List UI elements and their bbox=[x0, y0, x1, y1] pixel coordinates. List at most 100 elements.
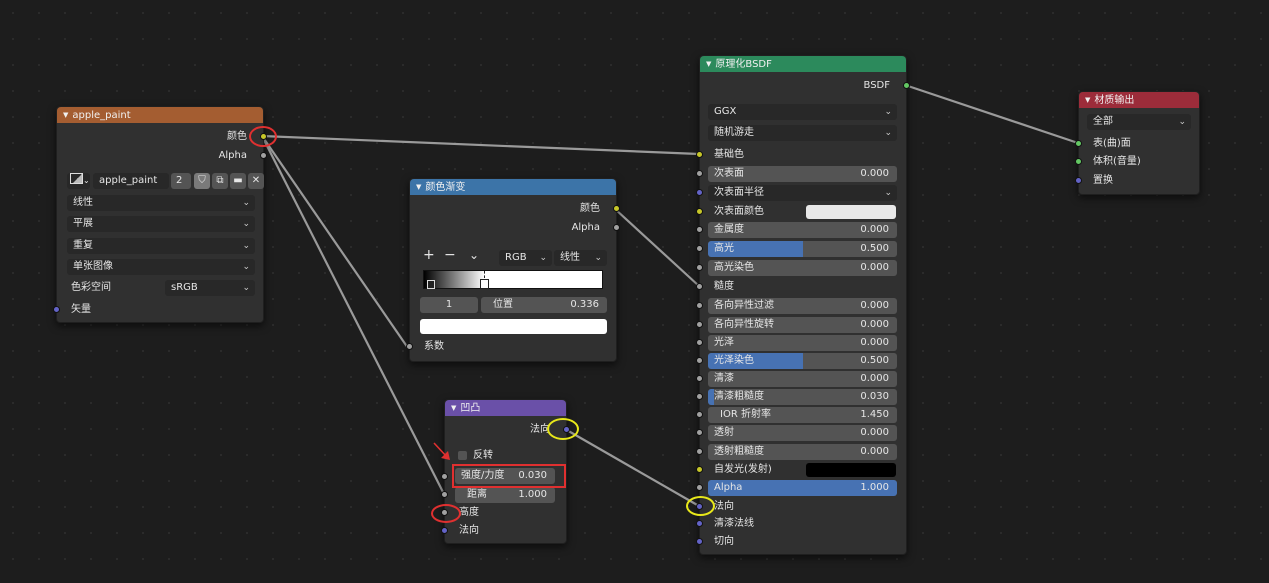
collapse-triangle-icon[interactable]: ▼ bbox=[63, 107, 68, 123]
sheen-tint-field[interactable]: 光泽染色 0.500 bbox=[708, 353, 897, 369]
subsurface-socket[interactable] bbox=[696, 170, 703, 177]
anisotropic-rotation-field[interactable]: 各向异性旋转 0.000 bbox=[708, 317, 897, 333]
emission-socket[interactable] bbox=[696, 466, 703, 473]
ramp-stop-index-field[interactable]: 1 bbox=[420, 297, 478, 313]
bump-input-strength-socket[interactable] bbox=[441, 473, 448, 480]
subsurface-method-dropdown[interactable]: 随机游走 ⌄ bbox=[708, 125, 897, 141]
specular-tint-field[interactable]: 高光染色 0.000 bbox=[708, 260, 897, 276]
sheen-field[interactable]: 光泽 0.000 bbox=[708, 335, 897, 351]
image-node-header[interactable]: ▼ apple_paint bbox=[57, 107, 263, 123]
output-alpha-socket[interactable] bbox=[260, 152, 267, 159]
ramp-stop-color-swatch[interactable] bbox=[420, 319, 607, 334]
ramp-interpolation-dropdown[interactable]: 线性 ⌄ bbox=[554, 250, 607, 266]
subsurface-label: 次表面 bbox=[714, 168, 744, 179]
image-users-count[interactable]: 2 bbox=[171, 173, 191, 189]
roughness-socket[interactable] bbox=[696, 283, 703, 290]
collapse-triangle-icon[interactable]: ▼ bbox=[706, 56, 711, 72]
input-vector-socket[interactable] bbox=[53, 306, 60, 313]
distribution-dropdown[interactable]: GGX ⌄ bbox=[708, 104, 897, 120]
anisotropic-socket[interactable] bbox=[696, 302, 703, 309]
alpha-field[interactable]: Alpha 1.000 bbox=[708, 480, 897, 496]
annotation-arrow-icon bbox=[433, 442, 450, 460]
specular-tint-socket[interactable] bbox=[696, 264, 703, 271]
clearcoat-roughness-field[interactable]: 清漆粗糙度 0.030 bbox=[708, 389, 897, 405]
color-ramp-node[interactable]: ▼ 颜色渐变 颜色 Alpha + − ⌄ RGB ⌄ 线性 ⌄ 1 位置 0.336… bbox=[406, 178, 620, 362]
extension-dropdown[interactable]: 重复 ⌄ bbox=[67, 238, 255, 254]
ramp-node-header[interactable]: ▼ 颜色渐变 bbox=[410, 179, 616, 195]
base-color-socket[interactable] bbox=[696, 151, 703, 158]
ramp-input-fac-socket[interactable] bbox=[406, 343, 413, 350]
ramp-output-color-socket[interactable] bbox=[613, 205, 620, 212]
invert-checkbox[interactable] bbox=[458, 451, 467, 460]
emission-color-swatch[interactable] bbox=[806, 463, 896, 477]
alpha-socket[interactable] bbox=[696, 484, 703, 491]
surface-label: 表(曲)面 bbox=[1093, 138, 1131, 149]
anisotropic-field[interactable]: 各向异性过滤 0.000 bbox=[708, 298, 897, 314]
unlink-image-close-icon[interactable]: ✕ bbox=[248, 173, 264, 189]
ramp-position-field[interactable]: 位置 0.336 bbox=[481, 297, 607, 313]
transmission-roughness-socket[interactable] bbox=[696, 448, 703, 455]
image-selector[interactable]: ⌄ apple_paint 2 ⛉ ⧉ ▬ ✕ bbox=[67, 173, 264, 190]
surface-socket[interactable] bbox=[1075, 140, 1082, 147]
subsurface-color-socket[interactable] bbox=[696, 208, 703, 215]
material-output-node[interactable]: ▼ 材质输出 全部 ⌄ 表(曲)面 体积(音量) 置换 bbox=[1075, 91, 1200, 195]
specular-socket[interactable] bbox=[696, 245, 703, 252]
metallic-label: 金属度 bbox=[714, 224, 744, 235]
interpolation-dropdown[interactable]: 线性 ⌄ bbox=[67, 195, 255, 211]
bump-distance-field[interactable]: 距离 1.000 bbox=[455, 487, 555, 503]
collapse-triangle-icon[interactable]: ▼ bbox=[451, 400, 456, 416]
sheen-socket[interactable] bbox=[696, 339, 703, 346]
sheen-tint-socket[interactable] bbox=[696, 357, 703, 364]
bump-input-distance-socket[interactable] bbox=[441, 491, 448, 498]
duplicate-image-icon[interactable]: ⧉ bbox=[212, 173, 228, 189]
tangent-socket[interactable] bbox=[696, 538, 703, 545]
ramp-output-color-row: 颜色 bbox=[410, 200, 620, 218]
subsurface-field[interactable]: 次表面 0.000 bbox=[708, 166, 897, 182]
source-dropdown[interactable]: 单张图像 ⌄ bbox=[67, 259, 255, 275]
transmission-roughness-field[interactable]: 透射粗糙度 0.000 bbox=[708, 444, 897, 460]
subsurface-color-swatch[interactable] bbox=[806, 205, 896, 219]
clearcoat-socket[interactable] bbox=[696, 375, 703, 382]
volume-socket[interactable] bbox=[1075, 158, 1082, 165]
bump-node-header[interactable]: ▼ 凹凸 bbox=[445, 400, 566, 416]
bsdf-output-socket[interactable] bbox=[903, 82, 910, 89]
add-stop-icon[interactable]: + bbox=[423, 247, 435, 263]
subsurface-radius-socket[interactable] bbox=[696, 189, 703, 196]
clearcoat-roughness-socket[interactable] bbox=[696, 393, 703, 400]
output-node-header[interactable]: ▼ 材质输出 bbox=[1079, 92, 1199, 108]
ramp-stop-handle-0[interactable] bbox=[427, 280, 435, 289]
bump-input-normal-socket[interactable] bbox=[441, 527, 448, 534]
alpha-value: 1.000 bbox=[860, 482, 889, 493]
color-ramp-gradient[interactable] bbox=[423, 270, 603, 289]
ior-socket[interactable] bbox=[696, 411, 703, 418]
ramp-menu-icon[interactable]: ⌄ bbox=[469, 248, 479, 262]
image-browse-button[interactable]: ⌄ bbox=[67, 173, 90, 189]
ramp-output-alpha-socket[interactable] bbox=[613, 224, 620, 231]
transmission-field[interactable]: 透射 0.000 bbox=[708, 425, 897, 441]
displacement-socket[interactable] bbox=[1075, 177, 1082, 184]
remove-stop-icon[interactable]: − bbox=[444, 247, 456, 263]
transmission-socket[interactable] bbox=[696, 429, 703, 436]
output-target-dropdown[interactable]: 全部 ⌄ bbox=[1087, 114, 1191, 130]
specular-field[interactable]: 高光 0.500 bbox=[708, 241, 897, 257]
ramp-stop-handle-1[interactable] bbox=[480, 279, 489, 289]
metallic-field[interactable]: 金属度 0.000 bbox=[708, 222, 897, 238]
open-image-folder-icon[interactable]: ▬ bbox=[230, 173, 246, 189]
ramp-interpolation-value: 线性 bbox=[560, 252, 580, 263]
projection-dropdown[interactable]: 平展 ⌄ bbox=[67, 216, 255, 232]
principled-bsdf-node[interactable]: ▼ 原理化BSDF BSDF GGX ⌄ 随机游走 ⌄ 基础色 次表面 0.000 次表… bbox=[696, 55, 910, 555]
ior-field[interactable]: IOR 折射率 1.450 bbox=[708, 407, 897, 423]
collapse-triangle-icon[interactable]: ▼ bbox=[1085, 92, 1090, 108]
colorspace-dropdown[interactable]: sRGB ⌄ bbox=[165, 280, 255, 296]
clearcoat-field[interactable]: 清漆 0.000 bbox=[708, 371, 897, 387]
anisotropic-rotation-socket[interactable] bbox=[696, 321, 703, 328]
bsdf-node-header[interactable]: ▼ 原理化BSDF bbox=[700, 56, 906, 72]
image-texture-node[interactable]: ▼ apple_paint 颜色 Alpha ⌄ apple_paint 2 ⛉ … bbox=[53, 106, 267, 323]
collapse-triangle-icon[interactable]: ▼ bbox=[416, 179, 421, 195]
image-name-field[interactable]: apple_paint bbox=[93, 173, 169, 189]
ramp-color-mode-dropdown[interactable]: RGB ⌄ bbox=[499, 250, 552, 266]
fake-user-shield-icon[interactable]: ⛉ bbox=[194, 173, 210, 189]
clearcoat-normal-socket[interactable] bbox=[696, 520, 703, 527]
metallic-socket[interactable] bbox=[696, 226, 703, 233]
subsurface-radius-dropdown[interactable]: 次表面半径 ⌄ bbox=[708, 185, 897, 201]
